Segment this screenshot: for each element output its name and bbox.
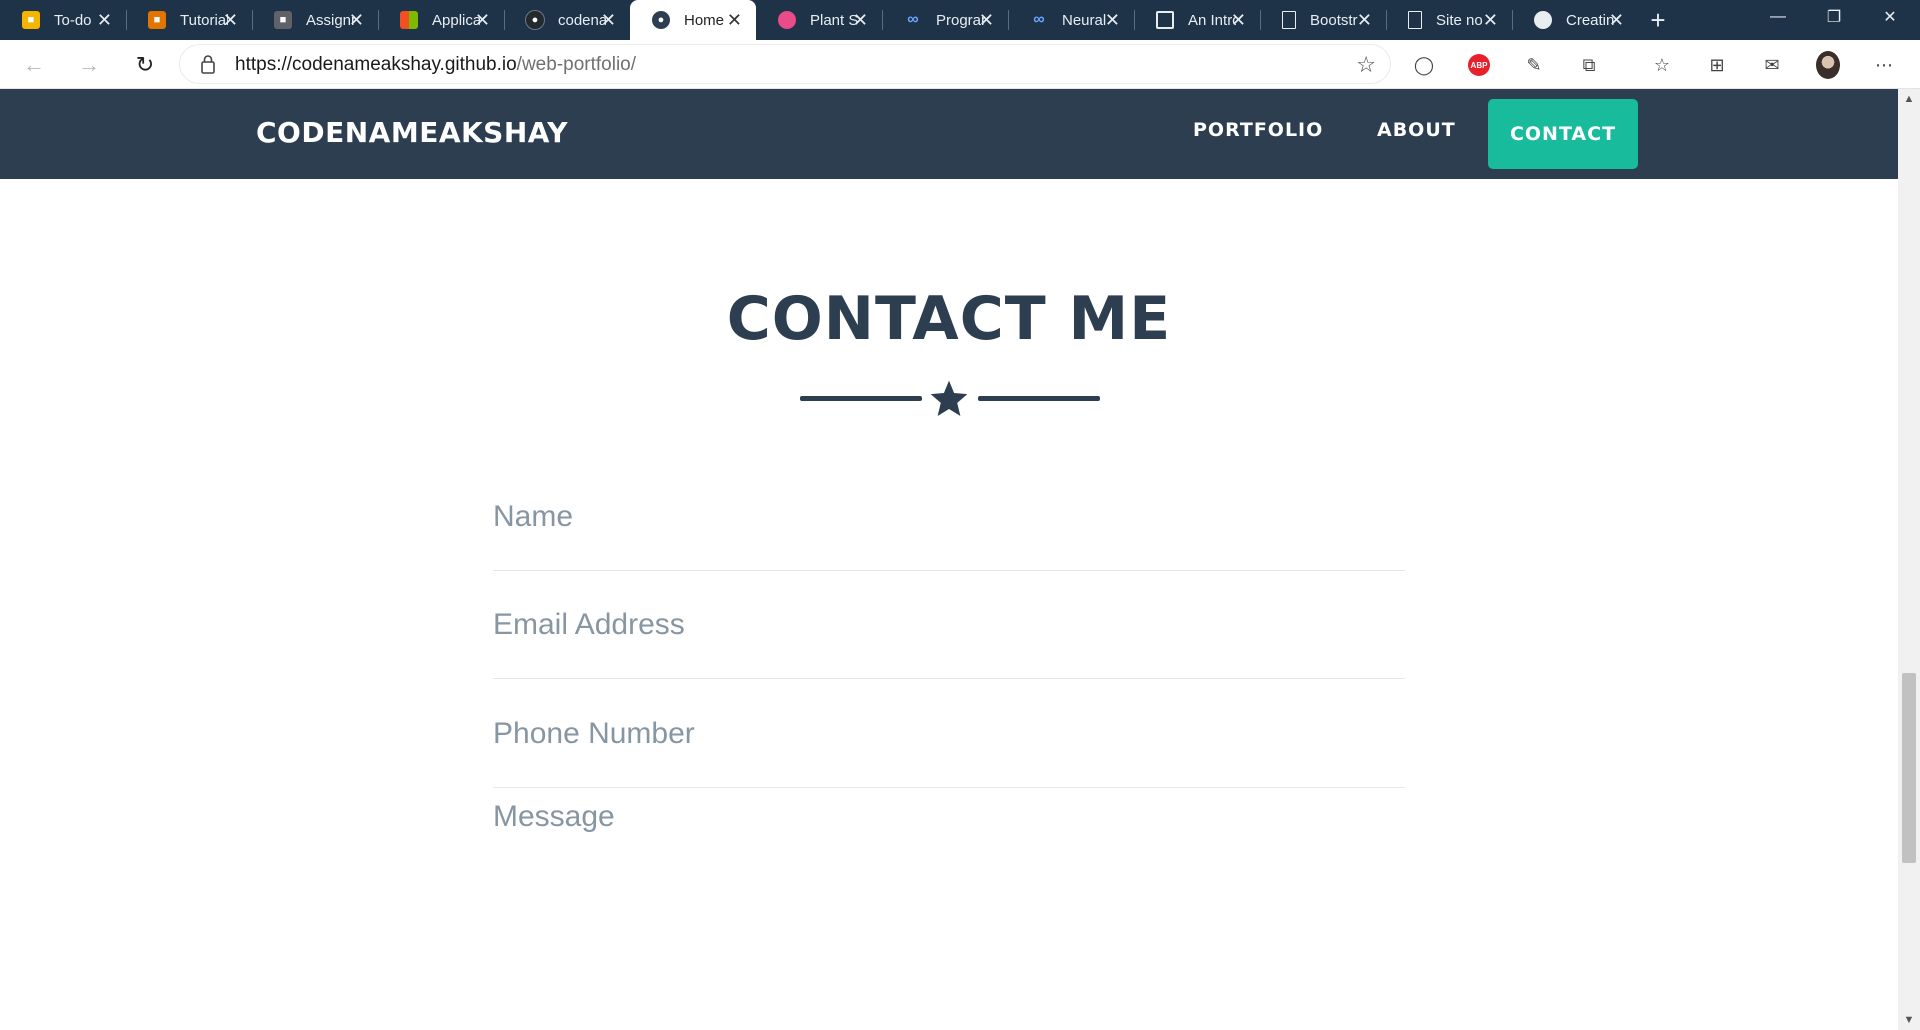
phone-field: [493, 680, 1405, 788]
tab-title: Creating: [1566, 11, 1614, 29]
new-tab-icon[interactable]: +: [1638, 0, 1678, 40]
tab-title: Assignments: [306, 11, 354, 29]
back-arrow-icon[interactable]: ←: [16, 47, 52, 83]
scrollbar-thumb[interactable]: [1902, 673, 1916, 863]
close-tab-icon[interactable]: ✕: [853, 10, 868, 30]
tab-title: Programming: [936, 11, 984, 29]
forward-arrow-icon[interactable]: →: [71, 47, 107, 83]
restore-icon[interactable]: ❐: [1806, 0, 1862, 34]
favorite-star-icon[interactable]: ☆: [1356, 52, 1376, 78]
browser-tab[interactable]: Plant S ✕: [756, 0, 882, 40]
divider-line-right: [978, 396, 1100, 401]
close-tab-icon[interactable]: ✕: [1105, 10, 1120, 30]
close-tab-icon[interactable]: ✕: [97, 10, 112, 30]
site-brand[interactable]: CODENAMEAKSHAY: [256, 116, 568, 149]
browser-tab[interactable]: Applications ✕: [378, 0, 504, 40]
scroll-up-arrow-icon[interactable]: ▲: [1898, 89, 1920, 109]
terminal-icon: [1156, 11, 1174, 29]
email-field: [493, 571, 1405, 679]
divider-line-left: [800, 396, 922, 401]
close-tab-icon[interactable]: ✕: [223, 10, 238, 30]
close-tab-icon[interactable]: ✕: [1609, 10, 1624, 30]
browser-tab-active[interactable]: ● Home ✕: [630, 0, 756, 40]
browser-tab[interactable]: ∞ Programming ✕: [882, 0, 1008, 40]
copy-extension-icon[interactable]: ⧉: [1577, 53, 1601, 77]
browser-tab[interactable]: ■ To-do ✕: [0, 0, 126, 40]
favorites-list-icon[interactable]: ☆: [1650, 53, 1674, 77]
coursera-icon: ∞: [1033, 11, 1045, 28]
classroom-icon: ■: [274, 11, 292, 29]
feedback-icon[interactable]: ✉: [1760, 53, 1784, 77]
url-path: /web-portfolio/: [516, 54, 637, 75]
tab-title: To-do: [54, 11, 92, 29]
browser-tab[interactable]: ∞ Neural ✕: [1008, 0, 1134, 40]
name-input[interactable]: [493, 463, 1405, 570]
tab-title: Neural: [1062, 11, 1107, 29]
minimize-icon[interactable]: —: [1750, 0, 1806, 34]
nav-link-portfolio[interactable]: PORTFOLIO: [1193, 119, 1323, 141]
browser-toolbar: ← → ↻ https://codenameakshay.github.io/w…: [0, 40, 1920, 89]
close-tab-icon[interactable]: ✕: [1231, 10, 1246, 30]
portfolio-icon: ●: [652, 11, 670, 29]
site-navbar: CODENAMEAKSHAY PORTFOLIO ABOUT CONTACT: [0, 89, 1898, 179]
tab-title: codenameakshay: [558, 11, 606, 29]
tab-title: Applications: [432, 11, 480, 29]
tab-title: Bootstrap: [1310, 11, 1358, 29]
browser-tab[interactable]: An Intro ✕: [1134, 0, 1260, 40]
browser-tab[interactable]: ● codenameakshay ✕: [504, 0, 630, 40]
adblock-label: ABP: [1468, 54, 1490, 76]
browser-tab-strip: ■ To-do ✕ ■ Tutorials ✕ ■ Assignments ✕ …: [0, 0, 1920, 40]
star-icon: [930, 380, 968, 416]
browser-tab[interactable]: Creating ✕: [1512, 0, 1638, 40]
address-bar[interactable]: https://codenameakshay.github.io/web-por…: [180, 45, 1390, 83]
scroll-down-arrow-icon[interactable]: ▼: [1898, 1010, 1920, 1030]
browser-tab[interactable]: Site no ✕: [1386, 0, 1512, 40]
phone-input[interactable]: [493, 680, 1405, 787]
tab-title: Home: [684, 11, 725, 29]
profile-avatar[interactable]: [1816, 51, 1840, 79]
close-tab-icon[interactable]: ✕: [475, 10, 490, 30]
name-field: [493, 463, 1405, 571]
classroom-icon: ■: [22, 11, 40, 29]
refresh-icon[interactable]: ↻: [127, 47, 163, 83]
more-menu-icon[interactable]: ⋯: [1872, 53, 1896, 77]
page-scrollbar[interactable]: ▲ ▼: [1898, 89, 1920, 1030]
nav-link-about[interactable]: ABOUT: [1377, 119, 1456, 141]
browser-tab[interactable]: Bootstrap ✕: [1260, 0, 1386, 40]
close-tab-icon[interactable]: ✕: [979, 10, 994, 30]
section-title: CONTACT ME: [726, 284, 1172, 354]
collections-icon[interactable]: ⊞: [1705, 53, 1729, 77]
dribbble-icon: [778, 11, 796, 29]
tab-title: Site no: [1436, 11, 1483, 29]
message-field: [493, 800, 1405, 950]
classroom-icon: ■: [148, 11, 166, 29]
close-tab-icon[interactable]: ✕: [1357, 10, 1372, 30]
close-window-icon[interactable]: ✕: [1862, 0, 1918, 34]
microsoft-icon: [400, 11, 418, 29]
coursera-icon: ∞: [907, 11, 919, 28]
close-tab-icon[interactable]: ✕: [1483, 10, 1498, 30]
close-tab-icon[interactable]: ✕: [727, 10, 742, 30]
lock-icon: [201, 55, 215, 74]
github-icon: ●: [526, 11, 544, 29]
url-host: https://codenameakshay.github.io: [235, 54, 517, 75]
tab-title: Plant S: [810, 11, 858, 29]
adblock-icon[interactable]: ABP: [1467, 53, 1491, 77]
circle-extension-icon[interactable]: ◯: [1412, 53, 1436, 77]
page-icon: [1408, 11, 1422, 29]
extension-icon[interactable]: ✎: [1522, 53, 1546, 77]
page-icon: [1282, 11, 1296, 29]
message-textarea[interactable]: [493, 800, 1405, 950]
browser-tab[interactable]: ■ Assignments ✕: [252, 0, 378, 40]
email-input[interactable]: [493, 571, 1405, 678]
browser-tab[interactable]: ■ Tutorials ✕: [126, 0, 252, 40]
nav-link-contact[interactable]: CONTACT: [1488, 99, 1638, 169]
tab-title: An Intro: [1188, 11, 1236, 29]
close-tab-icon[interactable]: ✕: [349, 10, 364, 30]
tab-title: Tutorials: [180, 11, 228, 29]
url-text[interactable]: https://codenameakshay.github.io/web-por…: [235, 54, 636, 76]
github-icon: [1534, 11, 1552, 29]
close-tab-icon[interactable]: ✕: [601, 10, 616, 30]
